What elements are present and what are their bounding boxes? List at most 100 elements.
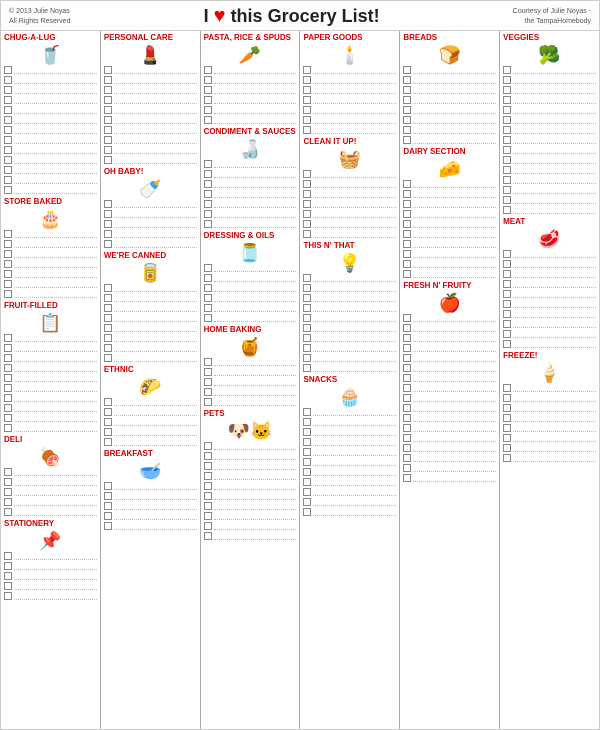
checkbox[interactable] — [503, 86, 511, 94]
checkbox[interactable] — [4, 270, 12, 278]
checkbox[interactable] — [104, 126, 112, 134]
checkbox[interactable] — [503, 106, 511, 114]
checkbox[interactable] — [503, 116, 511, 124]
checkbox[interactable] — [104, 482, 112, 490]
checkbox[interactable] — [4, 374, 12, 382]
checkbox[interactable] — [204, 86, 212, 94]
checkbox[interactable] — [104, 116, 112, 124]
checkbox[interactable] — [4, 354, 12, 362]
checkbox[interactable] — [303, 408, 311, 416]
checkbox[interactable] — [403, 250, 411, 258]
checkbox[interactable] — [4, 146, 12, 154]
checkbox[interactable] — [503, 394, 511, 402]
checkbox[interactable] — [303, 418, 311, 426]
checkbox[interactable] — [104, 304, 112, 312]
checkbox[interactable] — [303, 478, 311, 486]
checkbox[interactable] — [4, 156, 12, 164]
checkbox[interactable] — [403, 434, 411, 442]
checkbox[interactable] — [4, 96, 12, 104]
checkbox[interactable] — [204, 522, 212, 530]
checkbox[interactable] — [204, 264, 212, 272]
checkbox[interactable] — [303, 274, 311, 282]
checkbox[interactable] — [204, 106, 212, 114]
checkbox[interactable] — [204, 180, 212, 188]
checkbox[interactable] — [303, 448, 311, 456]
checkbox[interactable] — [104, 146, 112, 154]
checkbox[interactable] — [403, 76, 411, 84]
checkbox[interactable] — [204, 76, 212, 84]
checkbox[interactable] — [104, 408, 112, 416]
checkbox[interactable] — [204, 398, 212, 406]
checkbox[interactable] — [503, 196, 511, 204]
checkbox[interactable] — [403, 384, 411, 392]
checkbox[interactable] — [4, 126, 12, 134]
checkbox[interactable] — [403, 414, 411, 422]
checkbox[interactable] — [4, 116, 12, 124]
checkbox[interactable] — [4, 384, 12, 392]
checkbox[interactable] — [4, 260, 12, 268]
checkbox[interactable] — [4, 562, 12, 570]
checkbox[interactable] — [104, 398, 112, 406]
checkbox[interactable] — [4, 552, 12, 560]
checkbox[interactable] — [4, 404, 12, 412]
checkbox[interactable] — [204, 482, 212, 490]
checkbox[interactable] — [104, 492, 112, 500]
checkbox[interactable] — [4, 176, 12, 184]
checkbox[interactable] — [403, 424, 411, 432]
checkbox[interactable] — [104, 418, 112, 426]
checkbox[interactable] — [403, 454, 411, 462]
checkbox[interactable] — [104, 512, 112, 520]
checkbox[interactable] — [204, 314, 212, 322]
checkbox[interactable] — [204, 532, 212, 540]
checkbox[interactable] — [403, 200, 411, 208]
checkbox[interactable] — [503, 156, 511, 164]
checkbox[interactable] — [303, 220, 311, 228]
checkbox[interactable] — [204, 200, 212, 208]
checkbox[interactable] — [403, 464, 411, 472]
checkbox[interactable] — [403, 86, 411, 94]
checkbox[interactable] — [303, 86, 311, 94]
checkbox[interactable] — [104, 314, 112, 322]
checkbox[interactable] — [204, 274, 212, 282]
checkbox[interactable] — [204, 502, 212, 510]
checkbox[interactable] — [303, 96, 311, 104]
checkbox[interactable] — [303, 210, 311, 218]
checkbox[interactable] — [503, 136, 511, 144]
checkbox[interactable] — [503, 76, 511, 84]
checkbox[interactable] — [4, 478, 12, 486]
checkbox[interactable] — [204, 472, 212, 480]
checkbox[interactable] — [503, 340, 511, 348]
checkbox[interactable] — [503, 186, 511, 194]
checkbox[interactable] — [104, 294, 112, 302]
checkbox[interactable] — [303, 324, 311, 332]
checkbox[interactable] — [4, 166, 12, 174]
checkbox[interactable] — [503, 310, 511, 318]
checkbox[interactable] — [4, 414, 12, 422]
checkbox[interactable] — [4, 344, 12, 352]
checkbox[interactable] — [403, 126, 411, 134]
checkbox[interactable] — [4, 424, 12, 432]
checkbox[interactable] — [303, 344, 311, 352]
checkbox[interactable] — [303, 294, 311, 302]
checkbox[interactable] — [503, 454, 511, 462]
checkbox[interactable] — [104, 200, 112, 208]
checkbox[interactable] — [503, 444, 511, 452]
checkbox[interactable] — [303, 468, 311, 476]
checkbox[interactable] — [303, 190, 311, 198]
checkbox[interactable] — [4, 592, 12, 600]
checkbox[interactable] — [4, 186, 12, 194]
checkbox[interactable] — [204, 220, 212, 228]
checkbox[interactable] — [403, 136, 411, 144]
checkbox[interactable] — [503, 320, 511, 328]
checkbox[interactable] — [403, 314, 411, 322]
checkbox[interactable] — [403, 96, 411, 104]
checkbox[interactable] — [403, 66, 411, 74]
checkbox[interactable] — [403, 334, 411, 342]
checkbox[interactable] — [104, 284, 112, 292]
checkbox[interactable] — [204, 190, 212, 198]
checkbox[interactable] — [403, 106, 411, 114]
checkbox[interactable] — [503, 146, 511, 154]
checkbox[interactable] — [303, 66, 311, 74]
checkbox[interactable] — [104, 230, 112, 238]
checkbox[interactable] — [4, 280, 12, 288]
